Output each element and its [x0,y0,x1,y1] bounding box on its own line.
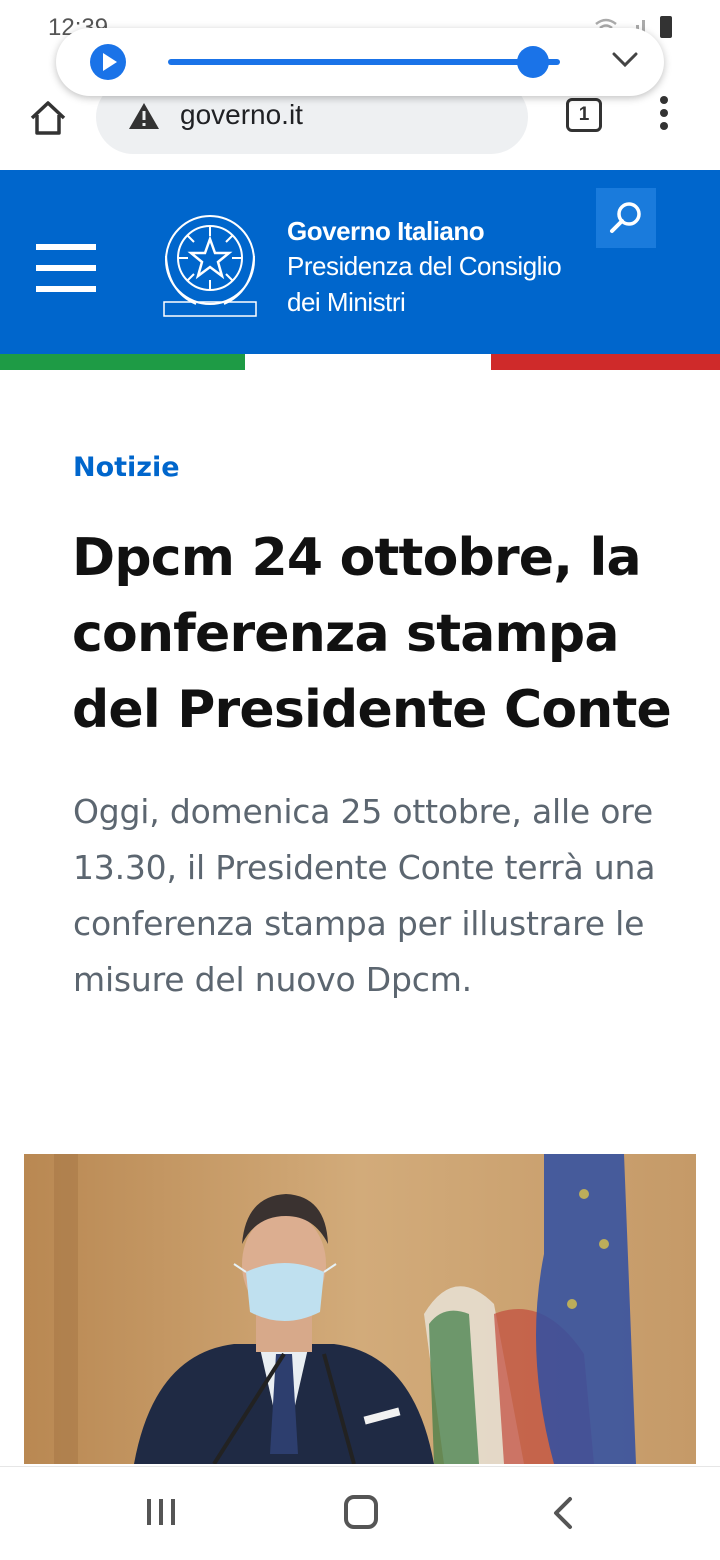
home-button-icon[interactable] [344,1495,378,1529]
system-nav-bar [0,1466,720,1560]
home-icon[interactable] [28,98,68,138]
menu-icon[interactable] [36,244,96,292]
tricolore-red [491,354,720,370]
url-text: governo.it [180,99,303,130]
search-button[interactable] [596,188,656,248]
brand[interactable]: Governo Italiano Presidenza del Consigli… [287,214,562,320]
recent-apps-icon[interactable] [145,1497,177,1527]
media-progress-bar[interactable] [168,59,560,65]
brand-subtitle-line-1: Presidenza del Consiglio [287,251,562,281]
chevron-down-icon[interactable] [612,50,638,70]
warning-icon[interactable] [128,102,160,130]
battery-icon [660,16,672,38]
back-icon[interactable] [550,1495,576,1531]
more-options-icon[interactable] [654,96,674,136]
article-headline: Dpcm 24 ottobre, la conferenza stampa de… [72,528,672,740]
tricolore-white [245,354,491,370]
article-photo[interactable] [24,1154,696,1464]
tab-switcher-button[interactable]: 1 [566,98,602,132]
tricolore-green [0,354,245,370]
play-icon[interactable] [90,44,126,80]
article-lead: Oggi, domenica 25 ottobre, alle ore 13.3… [73,792,656,999]
tricolore-stripe [0,354,720,370]
search-icon [610,202,641,233]
brand-title: Governo Italiano [287,216,485,246]
brand-subtitle-line-2: dei Ministri [287,287,406,317]
republic-emblem-icon[interactable] [156,206,264,324]
site-header: Governo Italiano Presidenza del Consigli… [0,170,720,354]
media-player [56,28,664,96]
media-progress-knob[interactable] [516,46,549,78]
photo-illustration [24,1154,696,1464]
category-link[interactable]: Notizie [73,452,180,483]
